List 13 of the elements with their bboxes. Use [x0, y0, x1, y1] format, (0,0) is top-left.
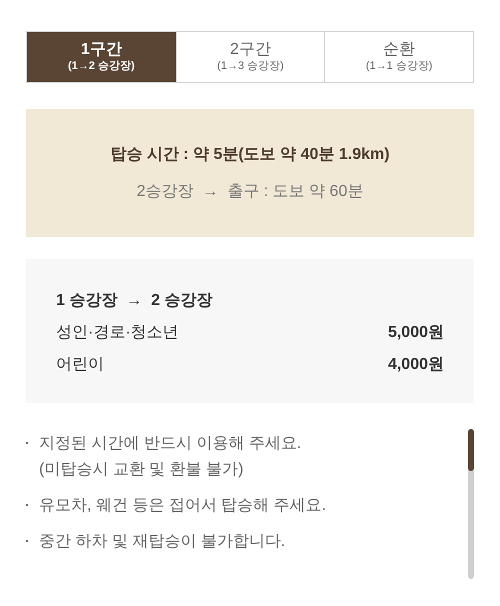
ride-time: 탑승 시간 : 약 5분(도보 약 40분 1.9km) — [110, 144, 390, 164]
notice-text: 지정된 시간에 반드시 이용해 주세요. (미탑승시 교환 및 환불 불가) — [39, 434, 302, 480]
fare-price: 5,000원 — [388, 323, 444, 343]
exit-walk-time: 2승강장 → 출구 : 도보 약 60분 — [136, 182, 364, 202]
fare-label: 어린이 — [56, 355, 104, 375]
fare-price: 4,000원 — [388, 355, 444, 375]
fare-label: 성인·경로·청소년 — [56, 323, 179, 343]
fare-route: 1 승강장 → 2 승강장 — [56, 291, 214, 311]
scrollbar[interactable] — [468, 429, 474, 579]
notice-text: 중간 하차 및 재탑승이 불가합니다. — [39, 532, 286, 552]
notice-text: 유모차, 웨건 등은 접어서 탑승해 주세요. — [39, 496, 326, 516]
route-tab[interactable]: 1구간 (1→2 승강장) — [27, 32, 176, 82]
scrollbar-thumb[interactable] — [468, 429, 474, 471]
